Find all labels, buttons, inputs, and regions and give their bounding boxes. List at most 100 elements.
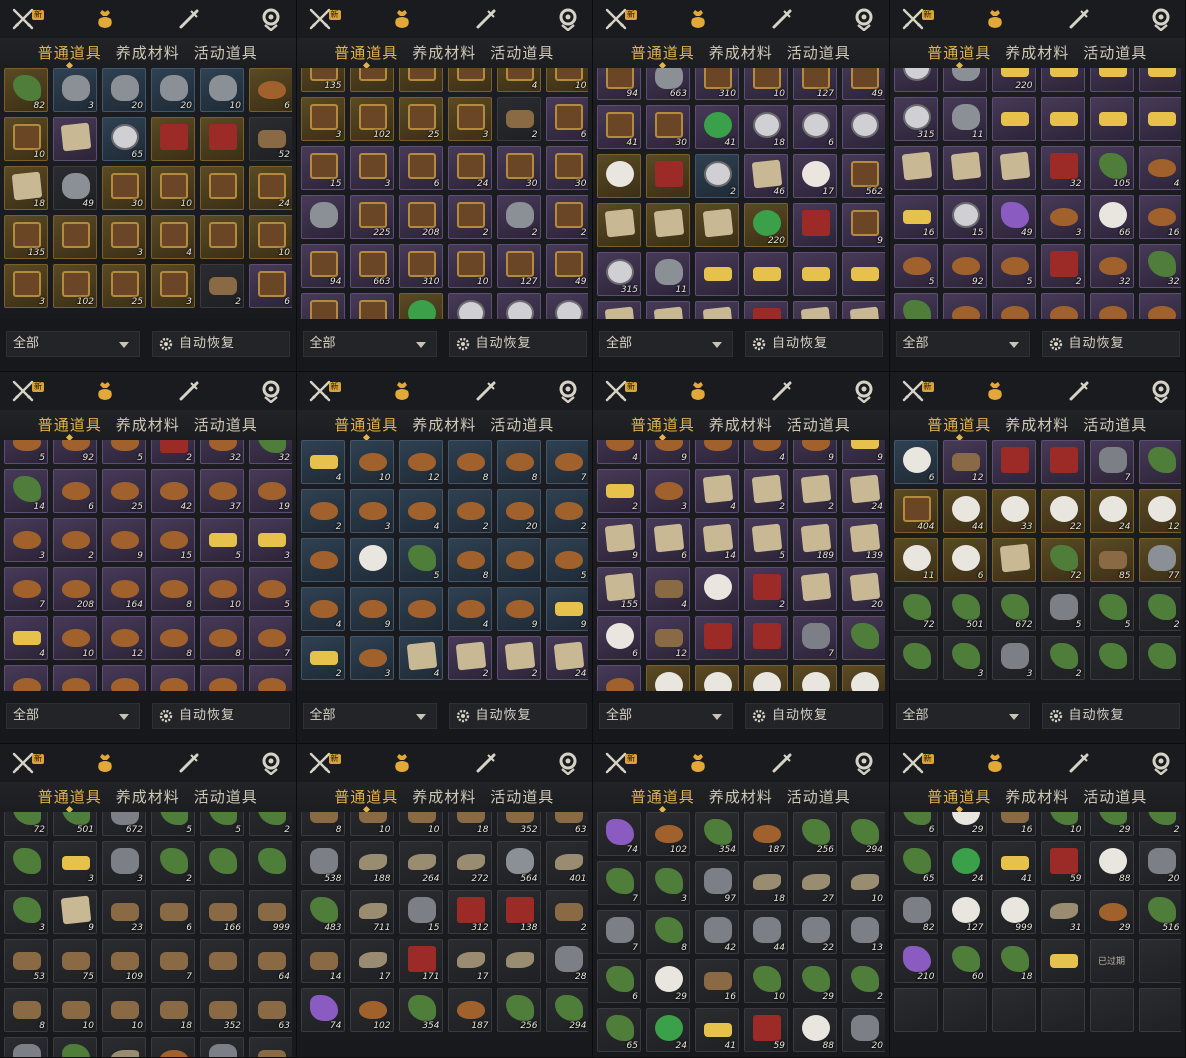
item-slot[interactable]: 32: [200, 440, 244, 464]
item-slot[interactable]: [597, 665, 641, 691]
item-slot[interactable]: [1138, 68, 1181, 92]
item-slot[interactable]: 18: [744, 105, 788, 149]
item-slot[interactable]: 23: [102, 890, 146, 934]
bag-tab-button[interactable]: [685, 6, 799, 40]
tab-growth-materials[interactable]: 养成材料: [709, 786, 773, 807]
tab-event-items[interactable]: 活动道具: [490, 786, 554, 807]
item-slot[interactable]: 9: [545, 587, 588, 631]
item-slot[interactable]: 6: [53, 469, 97, 513]
item-slot[interactable]: 15: [942, 195, 987, 239]
settings-tab-button[interactable]: [1148, 750, 1174, 776]
item-grid[interactable]: 4 9 4 9 9 2 3 4 2 2 24 9 6 14 5 189 139 155 4 2 20 6 12 7: [597, 440, 885, 691]
scroll-tab-button[interactable]: [769, 750, 795, 776]
item-slot[interactable]: 315: [597, 252, 641, 296]
item-slot[interactable]: 31: [1040, 890, 1085, 934]
item-slot[interactable]: 3: [991, 636, 1036, 680]
item-slot[interactable]: 25: [102, 264, 146, 308]
item-slot[interactable]: [597, 154, 641, 198]
weapon-tab-button[interactable]: 新: [900, 378, 934, 404]
item-slot[interactable]: 24: [249, 166, 292, 210]
item-slot[interactable]: [1138, 988, 1181, 1032]
item-slot[interactable]: 49: [545, 244, 588, 288]
item-slot[interactable]: 10: [398, 812, 443, 836]
item-slot[interactable]: 2: [249, 812, 292, 836]
item-slot[interactable]: 4: [597, 440, 641, 464]
item-slot[interactable]: 7: [151, 939, 195, 983]
item-slot[interactable]: 2: [1040, 244, 1085, 288]
item-slot[interactable]: [151, 117, 195, 161]
item-slot[interactable]: 24: [942, 841, 987, 885]
item-slot[interactable]: 9: [102, 518, 146, 562]
item-slot[interactable]: 88: [1089, 841, 1134, 885]
item-slot[interactable]: [398, 68, 443, 92]
item-slot[interactable]: [695, 567, 739, 611]
tab-common-items[interactable]: 普通道具: [334, 414, 398, 435]
item-slot[interactable]: 256: [793, 812, 837, 856]
item-slot[interactable]: 294: [545, 988, 588, 1032]
item-slot[interactable]: 97: [695, 861, 739, 905]
item-slot[interactable]: 17: [447, 939, 492, 983]
item-slot[interactable]: 354: [398, 988, 443, 1032]
item-slot[interactable]: 20: [102, 68, 146, 112]
item-slot[interactable]: 3: [53, 841, 97, 885]
filter-dropdown[interactable]: 全部: [302, 331, 437, 357]
item-slot[interactable]: [53, 665, 97, 691]
item-slot[interactable]: 24: [1089, 489, 1134, 533]
item-slot[interactable]: 3: [102, 215, 146, 259]
item-slot[interactable]: 19: [1138, 293, 1181, 319]
weapon-tab-button[interactable]: 新: [603, 378, 637, 404]
item-slot[interactable]: 2: [200, 264, 244, 308]
scroll-tab-button[interactable]: [769, 6, 795, 32]
item-slot[interactable]: 672: [991, 587, 1036, 631]
item-slot[interactable]: 94: [300, 244, 345, 288]
item-slot[interactable]: 41: [695, 1008, 739, 1052]
item-slot[interactable]: [1040, 988, 1085, 1032]
item-slot[interactable]: 663: [646, 68, 690, 100]
item-slot[interactable]: 60: [942, 939, 987, 983]
tab-common-items[interactable]: 普通道具: [927, 414, 991, 435]
item-slot[interactable]: 711: [349, 890, 394, 934]
item-slot[interactable]: 8: [447, 440, 492, 484]
item-slot[interactable]: [1138, 939, 1181, 983]
settings-tab-button[interactable]: [1148, 6, 1174, 32]
item-slot[interactable]: 6: [597, 959, 641, 1003]
item-slot[interactable]: 3: [4, 890, 48, 934]
item-slot[interactable]: 2: [496, 636, 541, 680]
item-slot[interactable]: [597, 203, 641, 247]
tab-common-items[interactable]: 普通道具: [631, 786, 695, 807]
tab-event-items[interactable]: 活动道具: [787, 786, 851, 807]
item-slot[interactable]: 315: [893, 97, 938, 141]
tab-growth-materials[interactable]: 养成材料: [709, 414, 773, 435]
item-slot[interactable]: 105: [1089, 146, 1134, 190]
item-slot[interactable]: 672: [102, 812, 146, 836]
item-grid[interactable]: 8 10 10 18 352 63 538 188 264 272 564 401 483 711 15 31…: [300, 812, 588, 1057]
tab-common-items[interactable]: 普通道具: [927, 786, 991, 807]
item-slot[interactable]: 49: [991, 195, 1036, 239]
item-slot[interactable]: [1040, 97, 1085, 141]
item-slot[interactable]: 18: [991, 939, 1036, 983]
item-slot[interactable]: 10: [744, 68, 788, 100]
item-slot[interactable]: [200, 939, 244, 983]
item-slot[interactable]: 15: [151, 518, 195, 562]
item-slot[interactable]: 5: [200, 518, 244, 562]
item-slot[interactable]: 25: [991, 293, 1036, 319]
item-slot[interactable]: 3: [300, 97, 345, 141]
item-slot[interactable]: 256: [496, 988, 541, 1032]
item-slot[interactable]: 74: [300, 988, 345, 1032]
tab-event-items[interactable]: 活动道具: [194, 42, 258, 63]
item-slot[interactable]: 2: [151, 440, 195, 464]
tab-growth-materials[interactable]: 养成材料: [709, 42, 773, 63]
item-slot[interactable]: 5: [1040, 587, 1085, 631]
auto-recover-button[interactable]: 自动恢复: [1041, 331, 1180, 357]
item-slot[interactable]: 82: [4, 68, 48, 112]
auto-recover-button[interactable]: 自动恢复: [448, 703, 587, 729]
item-slot[interactable]: 6: [249, 68, 292, 112]
filter-dropdown[interactable]: 全部: [6, 703, 140, 729]
item-slot[interactable]: [496, 538, 541, 582]
item-slot[interactable]: 14: [4, 469, 48, 513]
item-slot[interactable]: [842, 301, 885, 319]
item-slot[interactable]: 64: [249, 939, 292, 983]
item-slot[interactable]: [249, 665, 292, 691]
weapon-tab-button[interactable]: 新: [307, 750, 341, 776]
item-slot[interactable]: [695, 665, 739, 691]
